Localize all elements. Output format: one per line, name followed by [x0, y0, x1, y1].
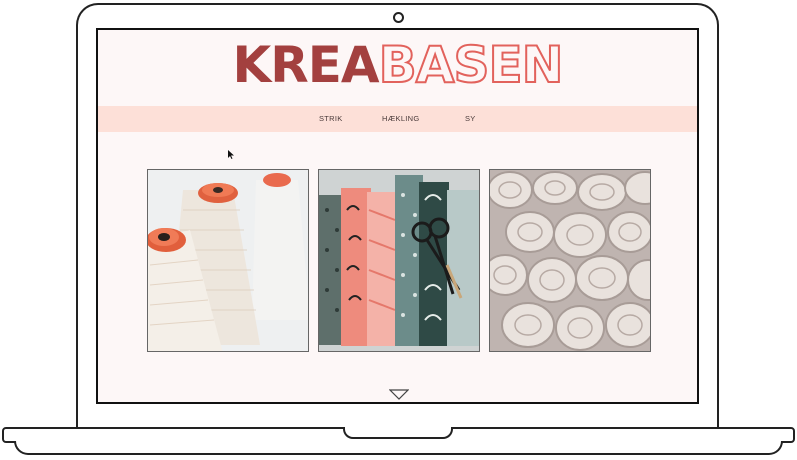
logo-part-krea: KREA	[232, 36, 380, 94]
nav-item-sy[interactable]: SY	[465, 114, 476, 123]
fabrics-illustration	[319, 170, 479, 351]
tile-yarn-image[interactable]	[147, 169, 309, 352]
nav-item-haekling[interactable]: HÆKLING	[382, 114, 420, 123]
tile-fabric-image[interactable]	[318, 169, 480, 352]
laptop-notch	[343, 427, 453, 439]
mouse-pointer-icon	[228, 150, 234, 159]
laptop-base-bottom	[14, 441, 783, 455]
rolled-fabric-illustration	[490, 170, 650, 351]
yarn-cones-illustration	[148, 170, 308, 351]
tile-rolled-fabric-image[interactable]	[489, 169, 651, 352]
main-navigation: STRIK HÆKLING SY	[98, 106, 697, 132]
logo-part-basen: BASEN	[378, 35, 565, 95]
nav-item-strik[interactable]: STRIK	[319, 114, 343, 123]
site-logo[interactable]: KREABASEN	[98, 35, 697, 95]
triangle-down-icon[interactable]	[389, 389, 409, 400]
webcam-icon	[393, 12, 404, 23]
laptop-screen: KREABASEN STRIK HÆKLING SY	[96, 28, 699, 404]
